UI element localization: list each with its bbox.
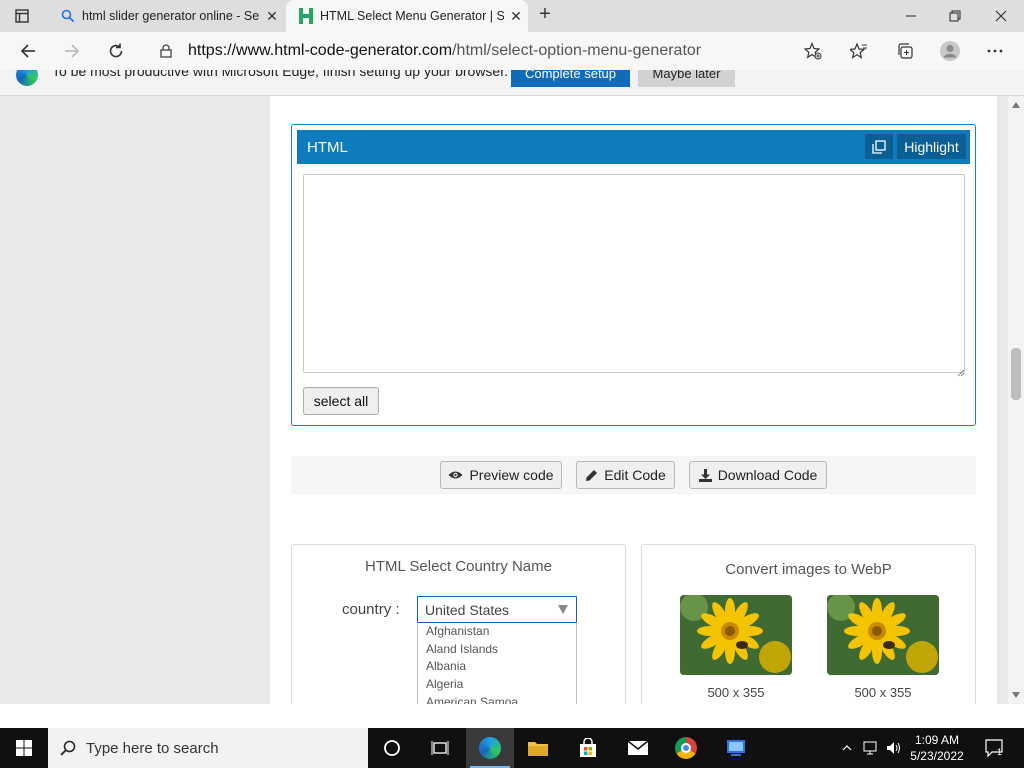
download-icon <box>698 468 712 482</box>
country-label: country : <box>342 601 400 618</box>
image-2-caption: 500 x 355 <box>854 685 912 700</box>
edge-taskbar-icon[interactable] <box>466 728 514 768</box>
list-item[interactable]: Aland Islands <box>418 641 576 659</box>
scroll-up-icon[interactable] <box>1012 102 1020 108</box>
show-hidden-icons-icon[interactable] <box>838 728 856 768</box>
url-path: /html/select-option-menu-generator <box>452 42 702 59</box>
taskbar-clock[interactable]: 1:09 AM 5/23/2022 <box>902 732 972 764</box>
task-view-icon[interactable] <box>416 728 464 768</box>
tab-title: html slider generator online - Se <box>82 9 260 23</box>
clock-date: 5/23/2022 <box>910 749 964 763</box>
country-options-list[interactable]: Afghanistan Aland Islands Albania Algeri… <box>417 623 577 704</box>
download-code-button[interactable]: Download Code <box>689 461 827 489</box>
taskbar-search-box[interactable]: Type here to search <box>48 728 368 768</box>
back-arrow-icon[interactable] <box>14 38 42 64</box>
infobar-message: To be most productive with Microsoft Edg… <box>52 70 508 79</box>
remote-desktop-icon[interactable] <box>712 728 760 768</box>
volume-icon[interactable] <box>884 728 904 768</box>
country-card-title[interactable]: HTML Select Country Name <box>292 558 625 575</box>
store-icon[interactable] <box>564 728 612 768</box>
add-favorite-icon[interactable] <box>800 39 826 63</box>
search-icon <box>60 740 76 756</box>
forward-arrow-icon[interactable] <box>58 38 86 64</box>
cortana-icon[interactable] <box>368 728 416 768</box>
country-select-card: HTML Select Country Name country : Unite… <box>291 544 626 704</box>
tab-bar: html slider generator online - Se ✕ HTML… <box>0 0 1024 32</box>
edit-code-label: Edit Code <box>604 467 666 483</box>
close-tab-icon[interactable]: ✕ <box>260 8 284 25</box>
chrome-icon[interactable] <box>662 728 710 768</box>
url-bar[interactable]: https://www.html-code-generator.com/html… <box>146 36 836 66</box>
flower-image-1[interactable] <box>680 595 792 675</box>
html-panel-title: HTML <box>307 139 348 156</box>
list-item[interactable]: Algeria <box>418 676 576 694</box>
edit-code-button[interactable]: Edit Code <box>576 461 675 489</box>
close-tab-icon[interactable]: ✕ <box>504 8 528 25</box>
file-explorer-icon[interactable] <box>514 728 562 768</box>
url-host: https://www.html-code-generator.com <box>188 42 453 59</box>
tab-title: HTML Select Menu Generator | S <box>320 9 504 23</box>
more-menu-icon[interactable] <box>982 39 1008 63</box>
windows-taskbar: Type here to search 1:09 AM 5/23/2022 1 <box>0 728 1024 768</box>
refresh-icon[interactable] <box>102 38 130 64</box>
highlight-button[interactable]: Highlight <box>897 134 966 159</box>
mail-icon[interactable] <box>614 728 662 768</box>
html-output-panel: HTML Highlight select all <box>291 124 976 426</box>
lock-icon[interactable] <box>154 44 178 58</box>
webp-card-title[interactable]: Convert images to WebP <box>642 561 975 578</box>
page-viewport: HTML Highlight select all Preview code E… <box>0 96 1008 704</box>
notification-count: 1 <box>997 747 1002 757</box>
network-icon[interactable] <box>860 728 882 768</box>
clock-time: 1:09 AM <box>914 733 960 747</box>
minimize-icon[interactable] <box>888 0 934 32</box>
country-select[interactable]: United States <box>417 596 577 623</box>
search-icon <box>54 9 82 23</box>
country-selected-value: United States <box>425 602 510 618</box>
edge-logo-icon <box>16 70 38 86</box>
close-window-icon[interactable] <box>978 0 1024 32</box>
favorites-icon[interactable] <box>846 39 872 63</box>
eye-icon <box>448 470 463 480</box>
new-tab-button[interactable]: + <box>534 4 556 26</box>
address-toolbar: https://www.html-code-generator.com/html… <box>0 32 1024 70</box>
url-text: https://www.html-code-generator.com/html… <box>188 42 701 60</box>
edge-setup-infobar: To be most productive with Microsoft Edg… <box>0 70 1024 96</box>
collections-icon[interactable] <box>892 39 918 63</box>
page-scrollbar[interactable] <box>1008 96 1024 704</box>
preview-code-button[interactable]: Preview code <box>440 461 562 489</box>
tab-select-menu-generator[interactable]: HTML Select Menu Generator | S ✕ <box>286 0 528 32</box>
taskbar-search-placeholder: Type here to search <box>86 739 219 757</box>
webp-convert-card: Convert images to WebP 500 x 355 500 x 3… <box>641 544 976 704</box>
preview-code-label: Preview code <box>469 467 554 483</box>
resize-grip-icon[interactable] <box>957 365 965 377</box>
list-item[interactable]: Afghanistan <box>418 623 576 641</box>
scroll-down-icon[interactable] <box>1012 692 1020 698</box>
copy-icon[interactable] <box>865 134 893 159</box>
image-1-caption: 500 x 355 <box>707 685 765 700</box>
list-item[interactable]: American Samoa <box>418 694 576 704</box>
profile-avatar-icon[interactable] <box>937 39 963 63</box>
html-code-textarea[interactable] <box>303 174 965 373</box>
pencil-icon <box>585 469 598 482</box>
tab-slider-generator[interactable]: html slider generator online - Se ✕ <box>48 0 284 32</box>
notification-center-icon[interactable]: 1 <box>982 736 1006 760</box>
html-panel-header: HTML Highlight <box>297 130 970 164</box>
code-actions-bar: Preview code Edit Code Download Code <box>291 456 976 494</box>
tab-actions-icon[interactable] <box>8 5 36 27</box>
windows-start-icon[interactable] <box>0 728 48 768</box>
complete-setup-button[interactable]: Complete setup <box>511 70 630 87</box>
list-item[interactable]: Albania <box>418 658 576 676</box>
dropdown-arrow-icon <box>558 605 568 614</box>
select-all-button[interactable]: select all <box>303 387 379 415</box>
restore-icon[interactable] <box>932 0 978 32</box>
main-content: HTML Highlight select all Preview code E… <box>270 96 997 704</box>
flower-image-2[interactable] <box>827 595 939 675</box>
h-logo-icon <box>292 8 320 24</box>
download-code-label: Download Code <box>717 467 818 483</box>
scrollbar-thumb[interactable] <box>1011 348 1021 400</box>
maybe-later-button[interactable]: Maybe later <box>638 70 735 87</box>
